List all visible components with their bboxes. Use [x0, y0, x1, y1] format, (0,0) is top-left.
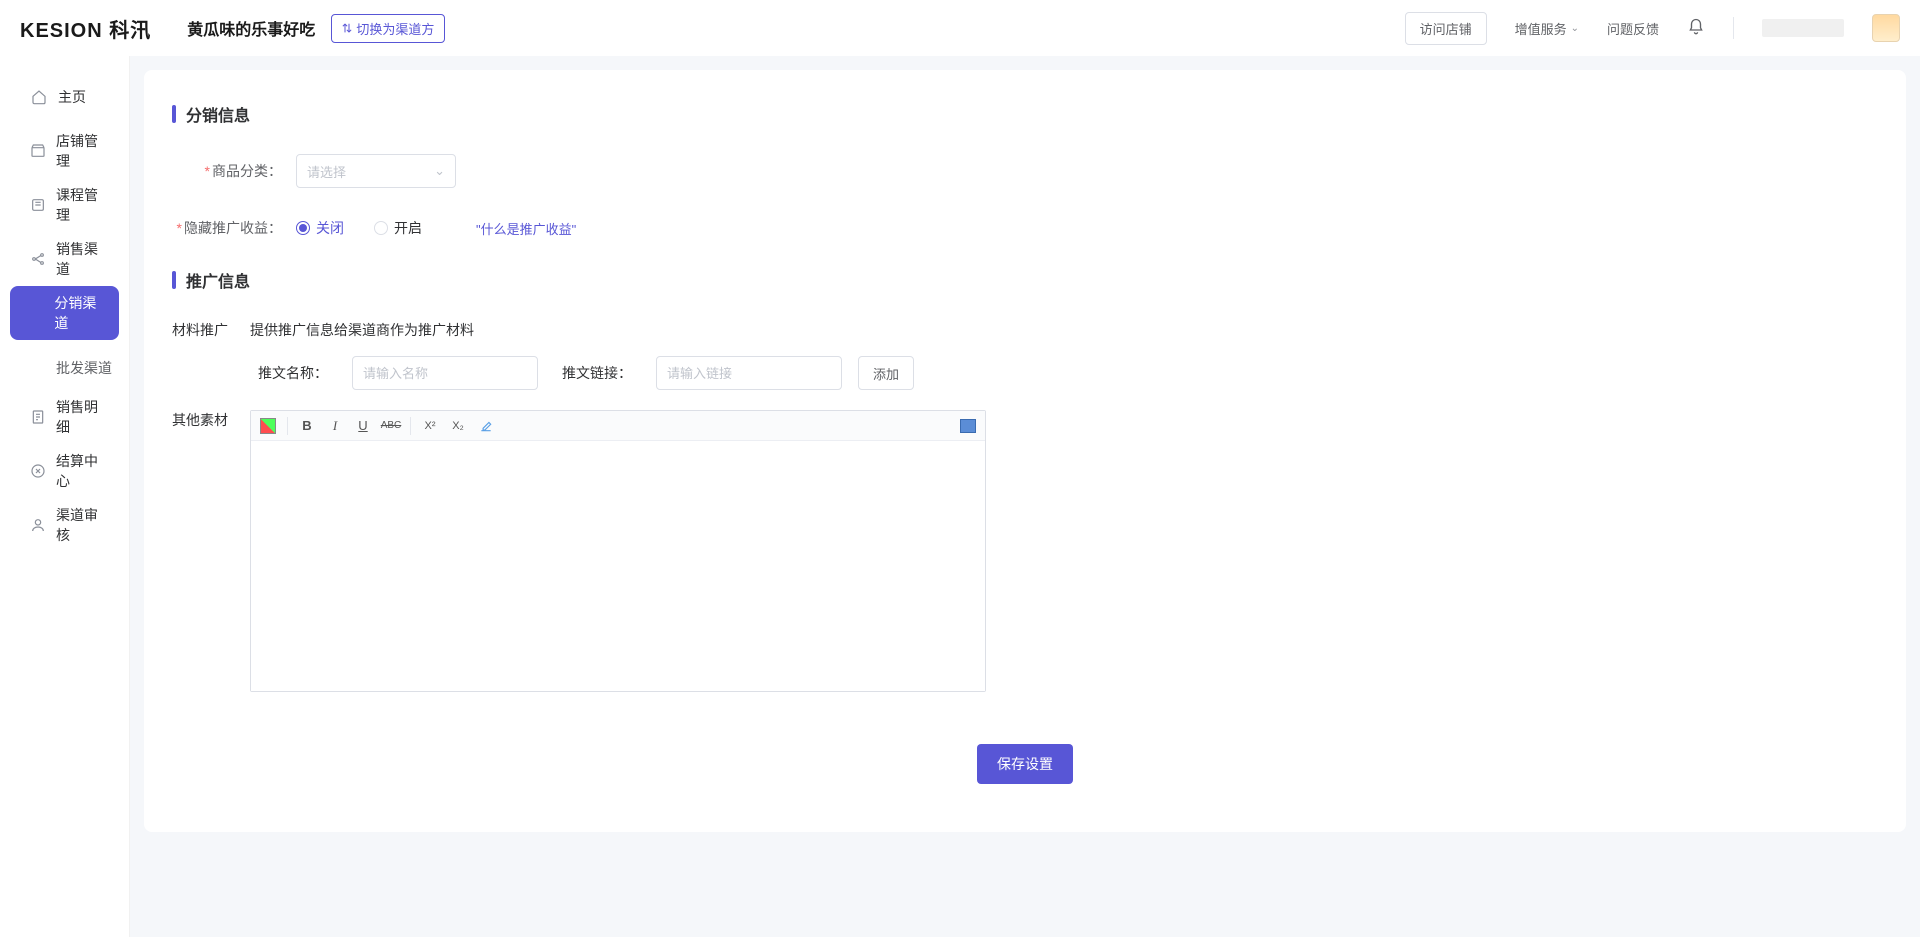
- italic-icon[interactable]: I: [324, 415, 346, 437]
- sidebar-item-distribution[interactable]: • 分销渠道: [10, 286, 119, 340]
- tweet-link-label: 推文链接：: [554, 363, 632, 383]
- chevron-down-icon: ⌄: [1571, 23, 1579, 34]
- material-promo-label: 材料推广: [172, 320, 250, 340]
- radio-open[interactable]: 开启: [374, 218, 422, 238]
- help-link-promotion-income[interactable]: "什么是推广收益": [476, 219, 576, 238]
- tweet-name-label: 推文名称：: [250, 363, 328, 383]
- content-card: 分销信息 *商品分类： 请选择 ⌄ *隐藏推广收益： 关闭 开启 "什么是推广收…: [144, 70, 1906, 832]
- value-service-link[interactable]: 增值服务 ⌄: [1515, 19, 1579, 38]
- sidebar-item-sales-channel[interactable]: 销售渠道: [10, 232, 119, 286]
- sidebar-item-label: 店铺管理: [56, 131, 99, 171]
- store-icon: [30, 143, 46, 159]
- hide-income-radio-group: 关闭 开启 "什么是推广收益": [296, 218, 576, 238]
- color-picker-icon[interactable]: [257, 415, 279, 437]
- sidebar-item-label: 销售明细: [56, 397, 99, 437]
- save-button[interactable]: 保存设置: [977, 744, 1073, 784]
- sidebar-item-store[interactable]: 店铺管理: [10, 124, 119, 178]
- row-hide-income: *隐藏推广收益： 关闭 开启 "什么是推广收益": [172, 218, 1878, 238]
- material-desc: 提供推广信息给渠道商作为推广材料: [250, 320, 474, 340]
- add-button[interactable]: 添加: [858, 356, 914, 390]
- switch-channel-button[interactable]: ⇄ 切换为渠道方: [331, 14, 445, 43]
- swap-icon: ⇄: [340, 23, 354, 33]
- user-name-placeholder: [1762, 19, 1844, 37]
- row-category: *商品分类： 请选择 ⌄: [172, 154, 1878, 188]
- settle-icon: [30, 463, 46, 479]
- shop-name: 黄瓜味的乐事好吃: [187, 16, 315, 40]
- main-content: 分销信息 *商品分类： 请选择 ⌄ *隐藏推广收益： 关闭 开启 "什么是推广收…: [130, 56, 1920, 937]
- channel-icon: [30, 251, 46, 267]
- sidebar-item-label: 渠道审核: [56, 505, 99, 545]
- value-service-label: 增值服务: [1515, 19, 1567, 38]
- detail-icon: [30, 409, 46, 425]
- feedback-link[interactable]: 问题反馈: [1607, 19, 1659, 38]
- sidebar-item-course[interactable]: 课程管理: [10, 178, 119, 232]
- fullscreen-icon[interactable]: [957, 415, 979, 437]
- radio-open-label: 开启: [394, 218, 422, 238]
- radio-close-label: 关闭: [316, 218, 344, 238]
- section-distribution-info: 分销信息: [172, 102, 1878, 126]
- other-material-row: 其他素材 B I U ABC X² X₂: [172, 410, 1878, 692]
- toolbar-separator: [410, 417, 411, 435]
- sidebar-item-label: 销售渠道: [56, 239, 99, 279]
- tweet-link-input[interactable]: [656, 356, 842, 390]
- header-right: 访问店铺 增值服务 ⌄ 问题反馈: [1405, 12, 1900, 45]
- avatar[interactable]: [1872, 14, 1900, 42]
- toolbar-separator: [287, 417, 288, 435]
- header-bar: KESION 科汛 黄瓜味的乐事好吃 ⇄ 切换为渠道方 访问店铺 增值服务 ⌄ …: [0, 0, 1920, 56]
- sidebar-subitem-wholesale[interactable]: 批发渠道: [10, 346, 119, 390]
- visit-shop-button[interactable]: 访问店铺: [1405, 12, 1487, 45]
- radio-close[interactable]: 关闭: [296, 218, 344, 238]
- radio-dot-icon: [374, 221, 388, 235]
- sidebar: 主页 店铺管理 课程管理 销售渠道 • 分销渠道 批发渠道 销售明细 结算中心 …: [0, 56, 130, 937]
- bold-icon[interactable]: B: [296, 415, 318, 437]
- sidebar-item-label: 主页: [58, 87, 86, 107]
- other-material-label: 其他素材: [172, 410, 250, 430]
- logo-en: KESION: [20, 20, 103, 42]
- bell-icon[interactable]: [1687, 18, 1705, 39]
- sidebar-item-label: 课程管理: [56, 185, 99, 225]
- subscript-icon[interactable]: X₂: [447, 415, 469, 437]
- radio-dot-icon: [296, 221, 310, 235]
- rich-text-editor: B I U ABC X² X₂: [250, 410, 986, 692]
- sidebar-item-label: 分销渠道: [54, 293, 99, 333]
- underline-icon[interactable]: U: [352, 415, 374, 437]
- section-promotion-info: 推广信息: [172, 268, 1878, 292]
- sidebar-item-sales-detail[interactable]: 销售明细: [10, 390, 119, 444]
- logo-cn: 科汛: [109, 20, 151, 42]
- superscript-icon[interactable]: X²: [419, 415, 441, 437]
- hide-income-label: *隐藏推广收益：: [172, 218, 282, 238]
- course-icon: [30, 197, 46, 213]
- header-divider: [1733, 17, 1734, 39]
- audit-icon: [30, 517, 46, 533]
- brand-logo: KESION 科汛: [20, 14, 151, 43]
- switch-label: 切换为渠道方: [356, 19, 434, 38]
- tweet-input-row: 推文名称： 推文链接： 添加: [250, 356, 1878, 390]
- tweet-name-input[interactable]: [352, 356, 538, 390]
- sidebar-subitem-label: 批发渠道: [56, 358, 112, 378]
- sidebar-item-audit[interactable]: 渠道审核: [10, 498, 119, 552]
- strikethrough-icon[interactable]: ABC: [380, 415, 402, 437]
- chevron-down-icon: ⌄: [434, 163, 445, 179]
- editor-toolbar: B I U ABC X² X₂: [251, 411, 985, 441]
- editor-textarea[interactable]: [251, 441, 985, 691]
- sidebar-item-label: 结算中心: [56, 451, 99, 491]
- footer-actions: 保存设置: [172, 744, 1878, 784]
- select-placeholder: 请选择: [307, 162, 346, 181]
- eraser-icon[interactable]: [475, 415, 497, 437]
- sidebar-item-settlement[interactable]: 结算中心: [10, 444, 119, 498]
- sidebar-item-home[interactable]: 主页: [10, 70, 119, 124]
- category-label: *商品分类：: [172, 161, 282, 181]
- category-select[interactable]: 请选择 ⌄: [296, 154, 456, 188]
- home-icon: [30, 89, 48, 105]
